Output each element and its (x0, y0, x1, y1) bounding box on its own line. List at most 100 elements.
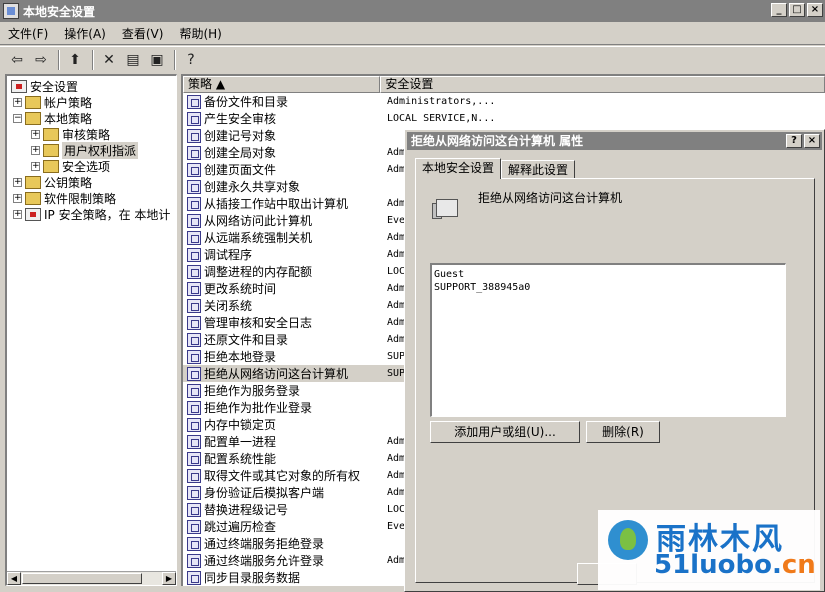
folder-icon (43, 159, 59, 173)
list-header: 策略 ▲ 安全设置 (183, 76, 825, 93)
properties-icon[interactable]: ▤ (122, 49, 144, 71)
scroll-thumb[interactable] (22, 573, 142, 584)
tree-node-software-restriction[interactable]: + 软件限制策略 (13, 190, 116, 206)
tree-node-user-rights[interactable]: + 用户权利指派 (31, 141, 139, 159)
minimize-button[interactable]: _ (771, 3, 787, 17)
policy-icon (432, 193, 462, 223)
user-right-icon (187, 213, 201, 228)
tree-node-ip-security[interactable]: + IP 安全策略，在 本地计 (13, 206, 170, 222)
user-right-icon (187, 332, 201, 347)
policy-name: 拒绝从网络访问这台计算机 (478, 191, 623, 205)
dialog-tabs: 本地安全设置 解释此设置 (415, 158, 576, 179)
menu-view[interactable]: 查看(V) (114, 25, 172, 42)
folder-icon (25, 95, 41, 109)
tree-node-account-policy[interactable]: + 帐户策略 (13, 94, 92, 110)
collapse-icon[interactable]: − (13, 113, 22, 123)
help-icon[interactable]: ? (180, 49, 202, 71)
policy-name-cell: 拒绝从网络访问这台计算机 (204, 367, 349, 381)
tree-node-audit-policy[interactable]: + 审核策略 (31, 126, 110, 142)
tree-node-label: 本地策略 (44, 111, 93, 126)
user-right-icon (187, 230, 201, 245)
users-listbox[interactable]: Guest SUPPORT_388945a0 (430, 263, 786, 417)
security-settings-icon (11, 79, 27, 93)
close-button[interactable]: × (807, 3, 823, 17)
policy-row[interactable]: 备份文件和目录 Administrators,... (183, 93, 825, 110)
policy-name-cell: 拒绝本地登录 (204, 350, 277, 364)
remove-button[interactable]: 删除(R) (586, 421, 660, 443)
user-right-icon (187, 400, 201, 415)
scroll-right-icon[interactable]: ▶ (162, 572, 176, 585)
ip-security-icon (25, 207, 41, 221)
policy-name-cell: 通过终端服务拒绝登录 (204, 537, 325, 551)
scroll-left-icon[interactable]: ◀ (7, 572, 21, 585)
policy-name-cell: 取得文件或其它对象的所有权 (204, 469, 361, 483)
user-right-icon (187, 366, 201, 381)
sort-ascending-icon: ▲ (215, 77, 226, 91)
tree-node-label: 用户权利指派 (62, 141, 139, 159)
menu-action[interactable]: 操作(A) (56, 25, 114, 42)
user-right-icon (187, 349, 201, 364)
window-title: 本地安全设置 (23, 4, 96, 19)
policy-setting-cell: LOC (387, 504, 406, 515)
tab-explain[interactable]: 解释此设置 (501, 160, 576, 179)
policy-name-cell: 产生安全审核 (204, 112, 277, 126)
expand-icon[interactable]: + (13, 209, 22, 219)
expand-icon[interactable]: + (13, 193, 22, 203)
policy-setting-cell: Adm (387, 164, 406, 175)
toolbar-separator (58, 49, 60, 70)
policy-name-cell: 身份验证后模拟客户端 (204, 486, 325, 500)
expand-icon[interactable]: + (31, 145, 40, 155)
expand-icon[interactable]: + (31, 129, 40, 139)
up-folder-icon[interactable]: ⬆ (64, 49, 86, 71)
forward-arrow-icon[interactable]: ⇨ (30, 49, 52, 71)
policy-name-cell: 还原文件和目录 (204, 333, 289, 347)
policy-name-cell: 配置单一进程 (204, 435, 277, 449)
user-right-icon (187, 553, 201, 568)
expand-icon[interactable]: + (13, 177, 22, 187)
policy-name-cell: 关闭系统 (204, 299, 253, 313)
delete-icon[interactable]: ✕ (98, 49, 120, 71)
add-user-button[interactable]: 添加用户或组(U)... (430, 421, 580, 443)
toolbar: ⇦ ⇨ ⬆ ✕ ▤ ▣ ? (0, 46, 825, 72)
user-right-icon (187, 128, 201, 143)
menu-help[interactable]: 帮助(H) (171, 25, 229, 42)
user-right-icon (187, 196, 201, 211)
user-right-icon (187, 502, 201, 517)
policy-name-cell: 跳过遍历检查 (204, 520, 277, 534)
menu-file[interactable]: 文件(F) (0, 25, 56, 42)
policy-row[interactable]: 产生安全审核 LOCAL SERVICE,N... (183, 110, 825, 127)
policy-setting-cell: Adm (387, 453, 406, 464)
policy-name-cell: 创建记号对象 (204, 129, 277, 143)
back-arrow-icon[interactable]: ⇦ (6, 49, 28, 71)
user-item[interactable]: SUPPORT_388945a0 (434, 281, 783, 294)
tree-node-security-options[interactable]: + 安全选项 (31, 158, 110, 174)
help-button[interactable]: ? (786, 134, 802, 148)
user-right-icon (187, 111, 201, 126)
folder-icon (43, 143, 59, 157)
policy-setting-cell: SUP (387, 351, 406, 362)
column-header-setting[interactable]: 安全设置 (380, 76, 825, 93)
policy-setting-cell: Adm (387, 147, 406, 158)
user-right-icon (187, 383, 201, 398)
user-right-icon (187, 536, 201, 551)
tree-horizontal-scrollbar[interactable]: ◀ ▶ (7, 571, 176, 585)
tab-local-setting[interactable]: 本地安全设置 (415, 158, 502, 179)
export-list-icon[interactable]: ▣ (146, 49, 168, 71)
column-header-policy[interactable]: 策略 ▲ (183, 76, 381, 93)
tree-node-public-key[interactable]: + 公钥策略 (13, 174, 92, 190)
policy-name-cell: 内存中锁定页 (204, 418, 277, 432)
user-item[interactable]: Guest (434, 268, 783, 281)
expand-icon[interactable]: + (31, 161, 40, 171)
watermark-url-main: 51luobo. (654, 550, 782, 580)
tree-node-label: 软件限制策略 (44, 191, 117, 206)
expand-icon[interactable]: + (13, 97, 22, 107)
tree-pane[interactable]: 安全设置 + 帐户策略 − 本地策略 + 审核策略 + 用户权利指派 + 安全选… (5, 74, 177, 586)
user-right-icon (187, 434, 201, 449)
policy-setting-cell: Adm (387, 317, 406, 328)
tree-root[interactable]: 安全设置 (11, 78, 78, 94)
folder-icon (25, 191, 41, 205)
maximize-button[interactable]: □ (789, 3, 805, 17)
dialog-close-button[interactable]: × (804, 134, 820, 148)
tree-node-local-policy[interactable]: − 本地策略 (13, 110, 92, 126)
user-right-icon (187, 298, 201, 313)
